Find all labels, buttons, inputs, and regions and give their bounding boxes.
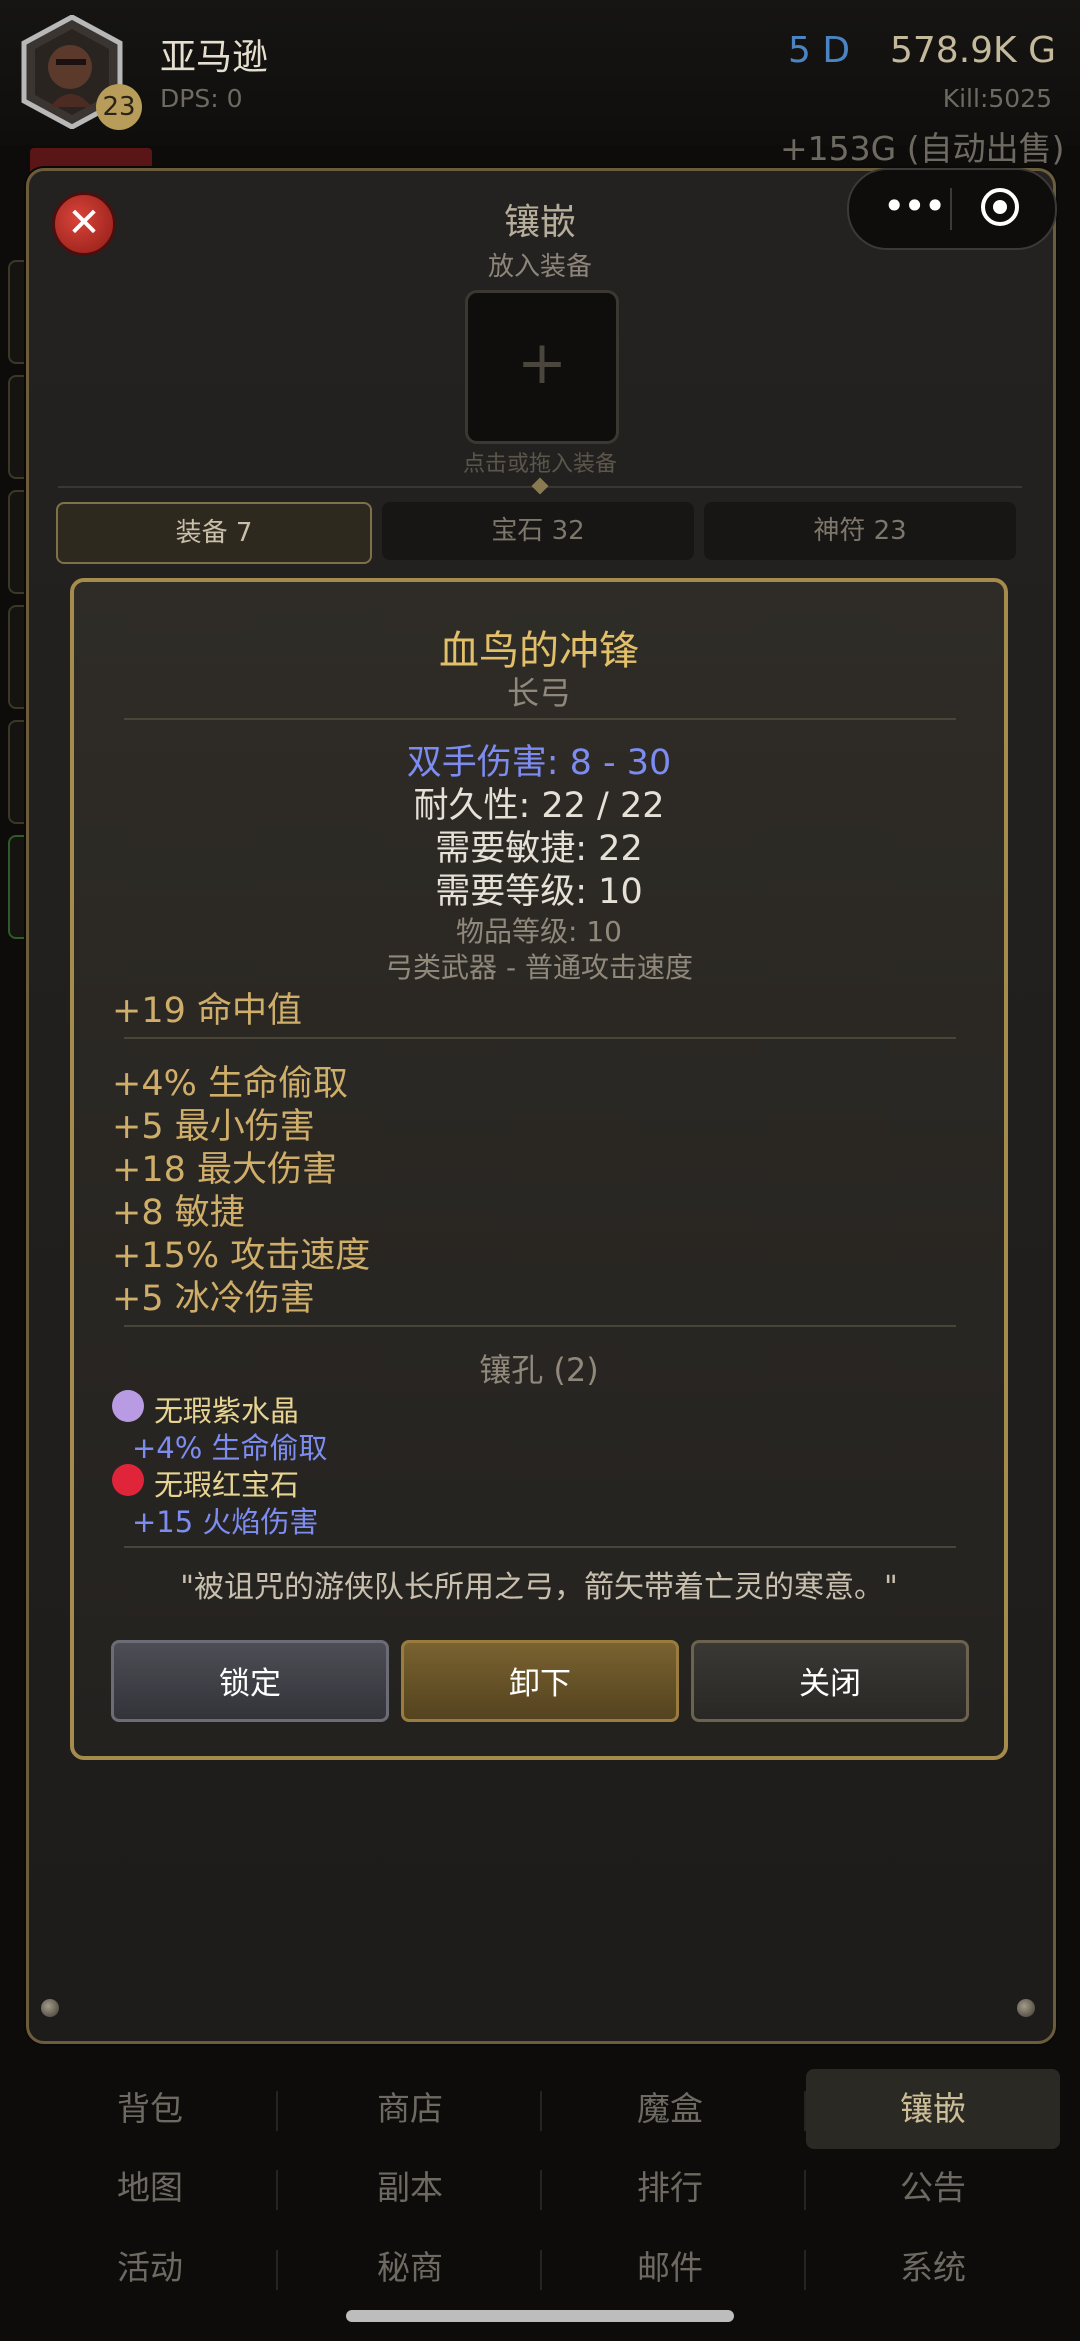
player-name: 亚马逊 — [160, 37, 269, 78]
gem-bonus: +4% 生命偷取 — [132, 1431, 328, 1465]
kill-count: Kill:5025 — [942, 84, 1052, 113]
sockets-title: 镶孔 (2) — [479, 1351, 599, 1389]
weapon-class: 弓类武器 - 普通攻击速度 — [385, 951, 693, 984]
nav-row: 活动 秘商 邮件 系统 — [20, 2228, 1060, 2308]
nav-inlay[interactable]: 镶嵌 — [806, 2069, 1060, 2149]
divider — [124, 1325, 956, 1327]
nav-map[interactable]: 地图 — [20, 2148, 280, 2228]
nav-ranking[interactable]: 排行 — [540, 2148, 800, 2228]
equipment-slot[interactable]: + — [465, 290, 619, 444]
divider — [124, 718, 956, 720]
nav-row: 背包 商店 魔盒 镶嵌 — [20, 2069, 1060, 2149]
item-mod: +5 冰冷伤害 — [112, 1279, 315, 1319]
home-indicator[interactable] — [346, 2310, 734, 2322]
more-icon[interactable]: ••• — [883, 186, 946, 226]
nav-mail[interactable]: 邮件 — [540, 2228, 800, 2308]
dps-text: DPS: 0 — [160, 84, 243, 113]
nav-separator — [276, 2170, 278, 2210]
nav-bag[interactable]: 背包 — [20, 2069, 280, 2149]
tab-runes[interactable]: 神符 23 — [704, 502, 1016, 560]
miniprogram-capsule: ••• — [847, 168, 1057, 250]
gold-count: 578.9K G — [890, 30, 1057, 71]
nav-dungeon[interactable]: 副本 — [280, 2148, 540, 2228]
capsule-separator — [950, 188, 952, 230]
nav-announcement[interactable]: 公告 — [806, 2148, 1060, 2228]
gem-name: 无瑕紫水晶 — [154, 1394, 300, 1428]
tab-gems[interactable]: 宝石 32 — [382, 502, 694, 560]
level-badge: 23 — [96, 84, 142, 130]
required-level: 需要等级: 10 — [435, 872, 643, 912]
lock-button[interactable]: 锁定 — [111, 1640, 389, 1722]
nav-secret-merchant[interactable]: 秘商 — [280, 2228, 540, 2308]
item-level: 物品等级: 10 — [456, 915, 622, 948]
close-miniprogram-icon[interactable] — [981, 188, 1019, 226]
unequip-button[interactable]: 卸下 — [401, 1640, 679, 1722]
nav-separator — [276, 2250, 278, 2290]
tab-equipment[interactable]: 装备 7 — [56, 502, 372, 564]
rivet — [41, 1999, 59, 2017]
diamond-count: 5 D — [788, 30, 851, 71]
divider — [124, 1546, 956, 1548]
panel-subtitle: 放入装备 — [487, 252, 592, 282]
flavor-text: "被诅咒的游侠队长所用之弓，箭矢带着亡灵的寒意。" — [180, 1570, 898, 1605]
rivet — [1017, 1999, 1035, 2017]
divider — [124, 1037, 956, 1039]
gem-name: 无瑕红宝石 — [154, 1468, 300, 1502]
ruby-gem-icon — [112, 1464, 144, 1496]
amethyst-gem-icon — [112, 1390, 144, 1422]
nav-separator — [276, 2091, 278, 2131]
base-mod: +19 命中值 — [112, 991, 302, 1031]
nav-shop[interactable]: 商店 — [280, 2069, 540, 2149]
nav-magic-box[interactable]: 魔盒 — [540, 2069, 800, 2149]
gem-bonus: +15 火焰伤害 — [132, 1505, 319, 1539]
slot-hint: 点击或拖入装备 — [462, 452, 617, 477]
nav-system[interactable]: 系统 — [806, 2228, 1060, 2308]
item-type: 长弓 — [506, 674, 571, 712]
nav-events[interactable]: 活动 — [20, 2228, 280, 2308]
nav-row: 地图 副本 排行 公告 — [20, 2148, 1060, 2228]
close-button[interactable]: 关闭 — [691, 1640, 969, 1722]
gold-gain-message: +153G (自动出售) — [780, 129, 1065, 168]
